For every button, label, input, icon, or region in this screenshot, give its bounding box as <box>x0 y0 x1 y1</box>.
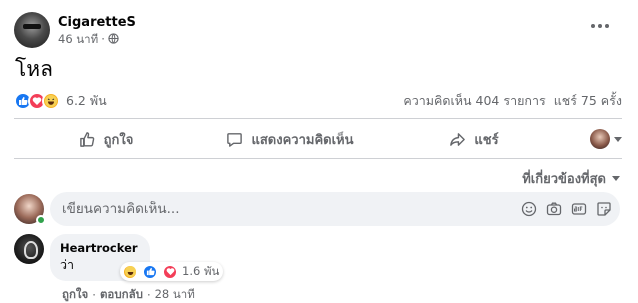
comment-time[interactable]: 28 นาที <box>155 286 195 303</box>
share-count[interactable]: แชร์ 75 ครั้ง <box>554 93 622 108</box>
caret-down-icon <box>612 176 620 181</box>
love-reaction-icon <box>162 263 178 280</box>
audience-selector[interactable] <box>566 129 622 149</box>
globe-icon[interactable] <box>108 33 119 44</box>
post-meta: 46 นาที · <box>58 31 136 47</box>
more-options-button[interactable] <box>586 14 614 38</box>
user-avatar[interactable] <box>14 194 46 225</box>
post-header: CigaretteS 46 นาที · <box>14 10 136 50</box>
comment-composer <box>14 192 620 226</box>
reaction-right: ความคิดเห็น 404 รายการ แชร์ 75 ครั้ง <box>399 91 622 111</box>
comment-reaction-summary[interactable]: 1.6 พัน <box>120 262 224 281</box>
comment-actions-separator: · <box>92 288 96 302</box>
camera-icon[interactable] <box>545 201 562 218</box>
share-label: แชร์ <box>474 132 499 148</box>
haha-reaction-icon <box>122 263 138 280</box>
post-actions: ถูกใจ แสดงความคิดเห็น แชร์ <box>14 122 622 156</box>
author-block: CigaretteS 46 นาที · <box>58 14 136 47</box>
gif-icon[interactable] <box>570 201 587 218</box>
online-status-dot <box>36 215 46 225</box>
comment-count[interactable]: ความคิดเห็น 404 รายการ <box>403 93 545 108</box>
caret-down-icon <box>614 136 622 142</box>
comment-sort-dropdown[interactable]: ที่เกี่ยวข้องที่สุด <box>522 168 620 189</box>
composer-tools <box>520 201 612 218</box>
post-time[interactable]: 46 นาที <box>58 31 98 47</box>
post-text: โหล <box>15 57 53 81</box>
like-button[interactable]: ถูกใจ <box>14 122 198 156</box>
reaction-count: 6.2 พัน <box>66 93 107 108</box>
sticker-icon[interactable] <box>595 201 612 218</box>
comment-like-link[interactable]: ถูกใจ <box>62 286 88 303</box>
like-reaction-icon <box>142 263 158 280</box>
comment-reply-link[interactable]: ตอบกลับ <box>100 286 143 303</box>
reaction-summary: 6.2 พัน ความคิดเห็น 404 รายการ แชร์ 75 ค… <box>14 90 622 112</box>
reaction-left[interactable]: 6.2 พัน <box>14 91 107 111</box>
comment-reaction-count: 1.6 พัน <box>182 263 220 278</box>
comment-label: แสดงความคิดเห็น <box>251 132 354 148</box>
haha-reaction-icon <box>42 92 60 110</box>
reaction-icons <box>14 92 60 110</box>
more-dot-icon <box>605 24 609 28</box>
comment-input[interactable] <box>62 201 520 217</box>
comment-actions: ถูกใจ · ตอบกลับ · 28 นาที <box>62 286 195 303</box>
thumbs-up-icon <box>79 131 94 147</box>
comment-actions-separator: · <box>146 288 151 302</box>
emoji-icon[interactable] <box>520 201 537 218</box>
divider <box>14 118 622 119</box>
author-name[interactable]: CigaretteS <box>58 14 136 31</box>
comment-button[interactable]: แสดงความคิดเห็น <box>198 122 382 156</box>
share-button[interactable]: แชร์ <box>382 122 566 156</box>
divider <box>14 158 622 159</box>
comment-icon <box>227 132 243 147</box>
comment-input-wrapper[interactable] <box>50 192 620 226</box>
sort-label: ที่เกี่ยวข้องที่สุด <box>522 172 606 187</box>
commenter-name[interactable]: Heartrocker <box>60 241 138 256</box>
meta-separator: · <box>101 31 105 46</box>
profile-avatar <box>590 129 610 149</box>
commenter-avatar[interactable] <box>14 234 44 264</box>
author-avatar[interactable] <box>14 12 50 48</box>
more-dot-icon <box>598 24 602 28</box>
like-label: ถูกใจ <box>103 132 134 148</box>
more-dot-icon <box>591 24 595 28</box>
share-arrow-icon <box>450 132 466 146</box>
